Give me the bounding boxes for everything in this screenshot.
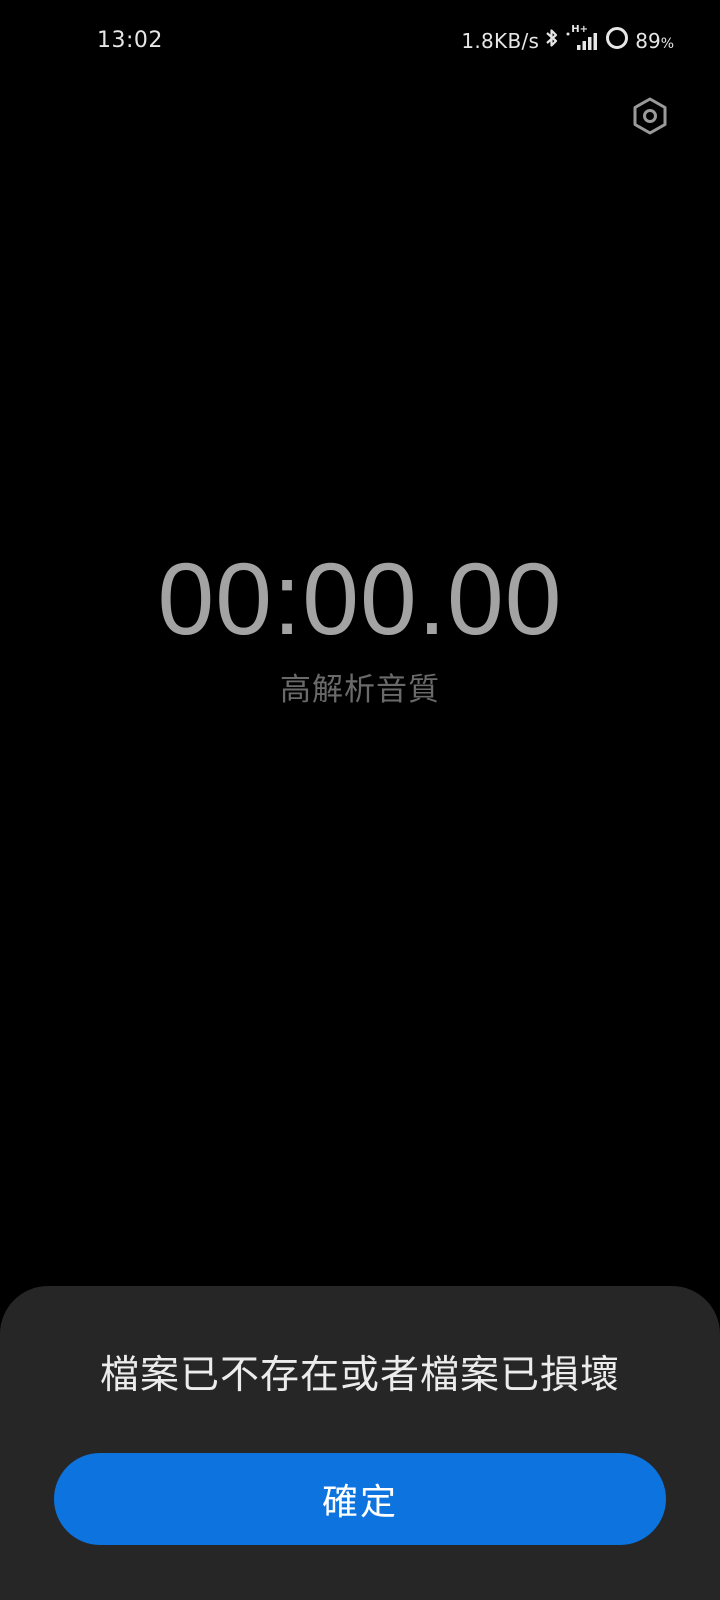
status-bar: 13:02 1.8KB/s H+ 89% [0, 0, 720, 84]
recording-quality-label: 高解析音質 [280, 672, 440, 708]
error-dialog: 檔案已不存在或者檔案已損壞 確定 [0, 1286, 720, 1600]
bluetooth-icon [545, 27, 559, 54]
recording-timer: 00:00.00 [157, 542, 563, 656]
gear-icon [632, 97, 668, 139]
signal-icon: H+ [565, 24, 599, 54]
status-indicators: 1.8KB/s H+ 89% [461, 24, 674, 55]
confirm-button[interactable]: 確定 [54, 1453, 666, 1545]
status-time: 13:02 [97, 28, 163, 53]
battery-ring-icon [605, 26, 629, 55]
battery-percent: 89% [635, 28, 674, 53]
net-speed: 1.8KB/s [461, 28, 540, 53]
dialog-message: 檔案已不存在或者檔案已損壞 [99, 1353, 620, 1398]
settings-button[interactable] [628, 96, 672, 140]
